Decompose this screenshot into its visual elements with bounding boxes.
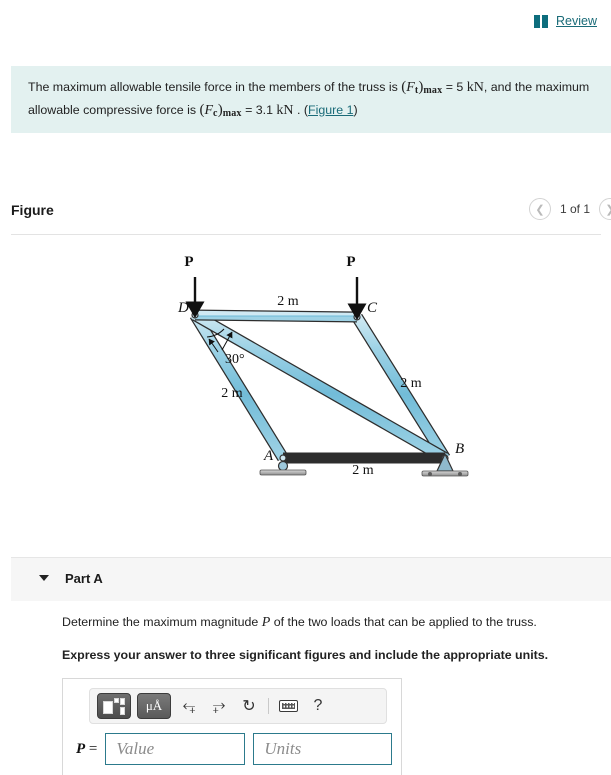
joint-label-b: B <box>455 441 464 457</box>
part-a-body: Determine the maximum magnitude P of the… <box>0 612 611 665</box>
help-button[interactable]: ? <box>306 694 330 718</box>
math-template-button[interactable] <box>97 693 131 719</box>
figure-next-button[interactable]: ❯ <box>599 198 611 220</box>
problem-page: Review The maximum allowable tensile for… <box>0 0 611 775</box>
units-button[interactable]: μÅ <box>137 693 171 719</box>
truss-diagram-svg: P P D C A B 2 m 2 m 2 m 2 m 30° <box>177 254 469 478</box>
caret-down-icon[interactable] <box>39 575 49 581</box>
figure-divider <box>11 234 601 235</box>
ft-max-subscript: max <box>423 85 443 96</box>
dimension-label-dc: 2 m <box>277 294 299 309</box>
fc-max-subscript: max <box>222 107 242 119</box>
chevron-right-icon: ❯ <box>605 203 611 216</box>
joint-label-a: A <box>263 448 274 464</box>
review-link[interactable]: Review <box>534 14 597 28</box>
fc-equation: = 3.1 <box>241 102 277 117</box>
book-icon <box>534 14 549 28</box>
units-placeholder: Units <box>264 739 302 758</box>
part-a-instruction: Express your answer to three significant… <box>62 648 549 662</box>
prompt-symbol: P <box>261 615 271 630</box>
load-label-c: P <box>346 254 355 270</box>
toolbar-divider <box>268 698 269 714</box>
redo-arrow-icon[interactable]: ⥅ <box>207 694 231 718</box>
part-a-prompt: Determine the maximum magnitude P of the… <box>62 612 611 633</box>
fc-symbol: F <box>204 102 214 118</box>
load-label-d: P <box>184 254 193 270</box>
truss-figure: P P D C A B 2 m 2 m 2 m 2 m 30° <box>0 240 611 550</box>
chevron-left-icon: ❮ <box>535 203 545 216</box>
ft-equation: = 5 <box>442 80 467 94</box>
reset-circular-arrow-icon[interactable]: ↻ <box>237 694 261 718</box>
template-icon <box>103 697 125 715</box>
review-bar: Review <box>0 0 611 44</box>
fc-unit: kN <box>276 102 294 118</box>
dimension-label-da: 2 m <box>221 386 243 401</box>
value-placeholder: Value <box>116 739 155 758</box>
ft-symbol: F <box>406 80 415 95</box>
prompt-prefix: Determine the maximum magnitude <box>62 615 262 629</box>
figure-prev-button[interactable]: ❮ <box>528 198 551 220</box>
statement-text-1: The maximum allowable tensile force in t… <box>28 80 402 94</box>
answer-label-equals: = <box>85 740 98 757</box>
figure-header: Figure ❮ 1 of 1 ❯ <box>11 198 611 232</box>
units-input[interactable]: Units <box>253 733 393 765</box>
dimension-label-cb: 2 m <box>400 376 422 391</box>
keyboard-icon[interactable] <box>276 694 300 718</box>
units-icon-label: μÅ <box>145 698 163 713</box>
answer-box: μÅ ⥆ ⥅ ↻ ? P = Value Units <box>62 678 402 775</box>
figure-1-link[interactable]: Figure 1 <box>308 103 353 117</box>
figure-title: Figure <box>11 202 54 218</box>
statement-text: The maximum allowable tensile force in t… <box>28 79 590 119</box>
angle-label: 30° <box>225 352 245 367</box>
prompt-suffix: of the two loads that can be applied to … <box>270 615 537 629</box>
review-label: Review <box>556 14 597 28</box>
dimension-label-ab: 2 m <box>352 463 374 478</box>
answer-label-symbol: P <box>76 740 86 757</box>
problem-statement: The maximum allowable tensile force in t… <box>11 66 611 133</box>
undo-arrow-icon[interactable]: ⥆ <box>177 694 201 718</box>
part-a-header[interactable]: Part A <box>11 557 611 601</box>
answer-toolbar: μÅ ⥆ ⥅ ↻ ? <box>89 688 387 724</box>
figure-pager: ❮ 1 of 1 ❯ <box>528 198 611 220</box>
value-input[interactable]: Value <box>105 733 246 765</box>
joint-label-d: D <box>177 300 189 316</box>
statement-period: . <box>293 102 304 117</box>
joint-label-c: C <box>367 300 378 316</box>
ft-unit: kN <box>466 80 484 95</box>
figure-page-count: 1 of 1 <box>559 202 590 216</box>
answer-label: P = <box>76 741 97 758</box>
part-a-title: Part A <box>65 571 103 586</box>
answer-row: P = Value Units <box>76 733 393 765</box>
